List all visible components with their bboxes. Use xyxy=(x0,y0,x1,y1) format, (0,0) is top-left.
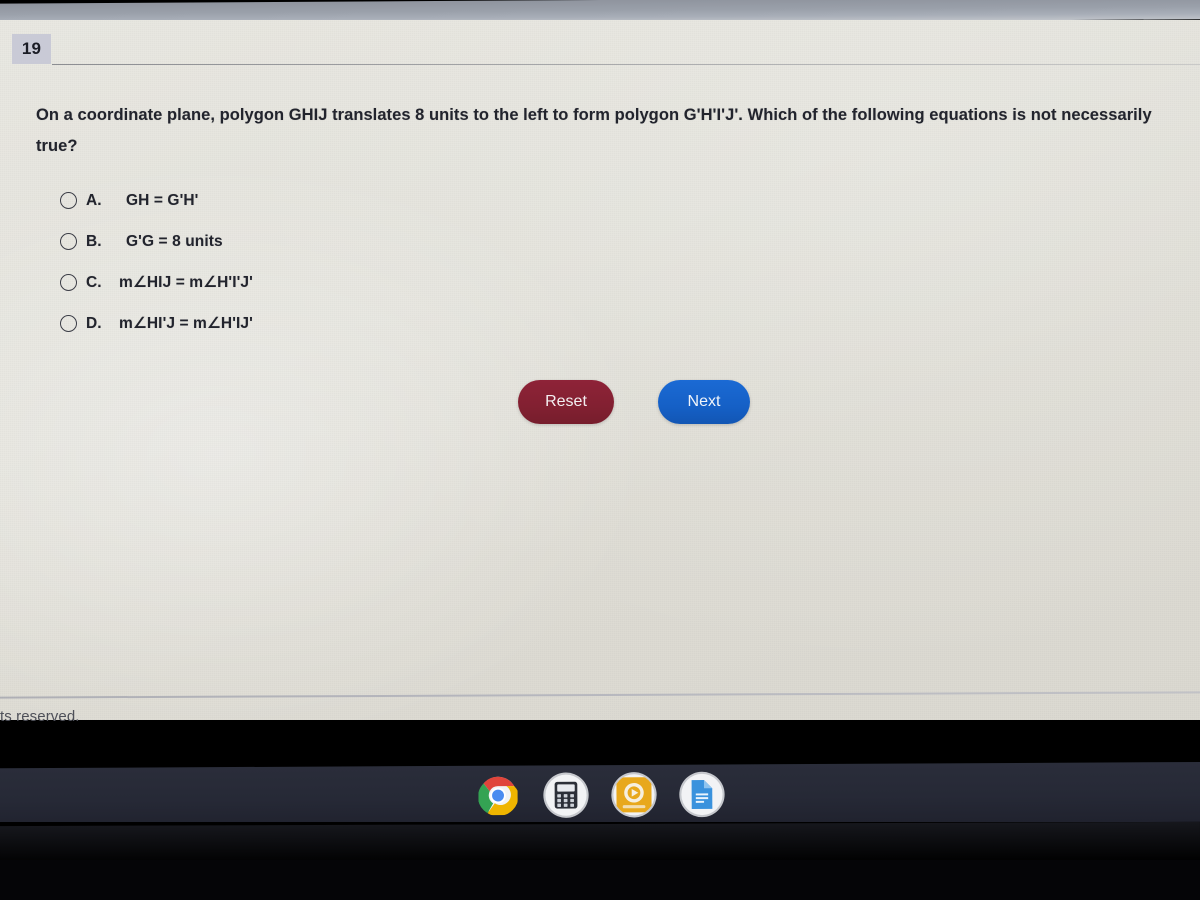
footer-divider xyxy=(0,691,1200,699)
copyright-footer: ts reserved. xyxy=(0,708,80,725)
chrome-icon-glyph xyxy=(478,776,518,816)
answer-options-list: A. GH = G'H' B. G'G = 8 units C. m∠HIJ =… xyxy=(60,180,820,344)
next-button[interactable]: Next xyxy=(658,380,750,424)
calculator-icon-glyph xyxy=(554,781,578,809)
option-letter-a: A. xyxy=(86,191,102,209)
radio-button-c[interactable] xyxy=(60,274,77,291)
option-text-b: G'G = 8 units xyxy=(126,232,223,250)
answer-option-a[interactable]: A. GH = G'H' xyxy=(60,180,820,221)
option-letter-b: B. xyxy=(86,232,102,250)
option-text-d: m∠HI'J = m∠H'IJ' xyxy=(119,315,253,332)
header-divider xyxy=(52,64,1200,65)
action-button-row: Reset Next xyxy=(518,380,750,424)
answer-option-c[interactable]: C. m∠HIJ = m∠H'I'J' xyxy=(60,262,820,303)
question-number-badge: 19 xyxy=(12,34,51,64)
question-stem: On a coordinate plane, polygon GHIJ tran… xyxy=(36,106,1152,155)
calculator-icon[interactable] xyxy=(545,774,587,816)
quiz-page: 19 On a coordinate plane, polygon GHIJ t… xyxy=(0,20,1200,725)
photographed-screen: 19 On a coordinate plane, polygon GHIJ t… xyxy=(0,0,1200,900)
chrome-icon[interactable] xyxy=(477,775,518,816)
radio-button-b[interactable] xyxy=(60,233,77,250)
taskbar-shelf xyxy=(0,761,1200,829)
answer-option-b[interactable]: B. G'G = 8 units xyxy=(60,221,820,262)
orange-app-icon-glyph xyxy=(616,777,652,813)
orange-app-icon[interactable] xyxy=(613,774,655,816)
radio-button-a[interactable] xyxy=(60,192,77,209)
option-letter-d: D. xyxy=(86,314,102,332)
option-text-c: m∠HIJ = m∠H'I'J' xyxy=(119,274,253,291)
option-letter-c: C. xyxy=(86,273,102,291)
docs-icon-glyph xyxy=(691,780,713,809)
option-text-a: GH = G'H' xyxy=(126,191,199,209)
reset-button[interactable]: Reset xyxy=(518,380,614,424)
photo-dark-border xyxy=(0,860,1200,900)
answer-option-d[interactable]: D. m∠HI'J = m∠H'IJ' xyxy=(60,303,820,344)
radio-button-d[interactable] xyxy=(60,315,77,332)
docs-icon[interactable] xyxy=(681,773,723,816)
